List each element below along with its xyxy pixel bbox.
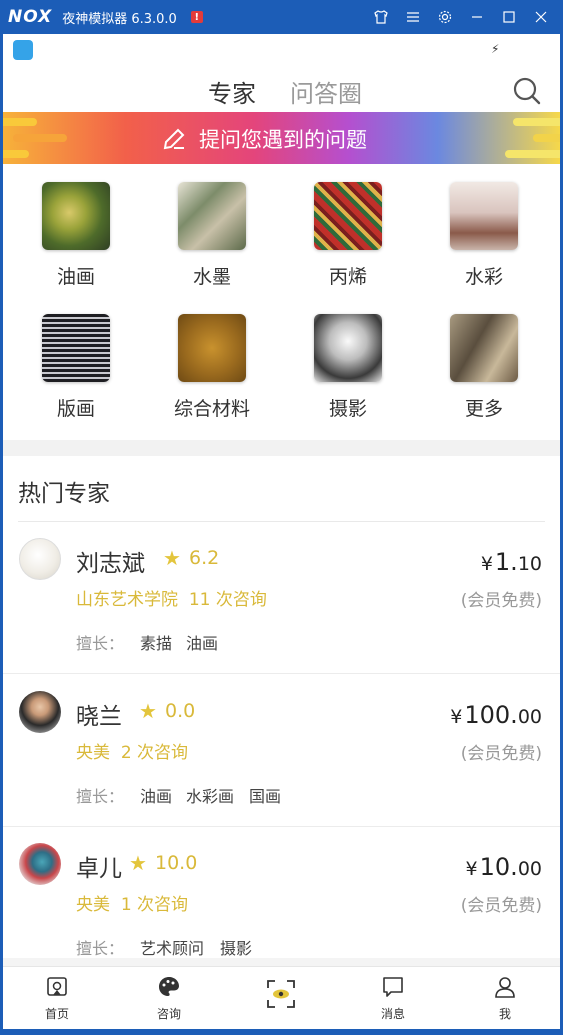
search-icon[interactable] bbox=[512, 76, 542, 106]
category-label: 丙烯 bbox=[328, 266, 367, 288]
nav-label: 咨询 bbox=[156, 1007, 181, 1021]
charging-icon: ⚡ bbox=[491, 42, 500, 56]
more-thumbnail bbox=[450, 314, 518, 382]
member-free-note: (会员免费) bbox=[460, 591, 542, 611]
scan-icon bbox=[266, 979, 296, 1009]
category-label: 油画 bbox=[56, 266, 95, 288]
member-free-note: (会员免费) bbox=[460, 744, 542, 764]
banner-text: 提问您遇到的问题 bbox=[199, 128, 367, 152]
expert-rating: 0.0 bbox=[165, 700, 196, 722]
tab-qa-circle[interactable]: 问答圈 bbox=[290, 74, 362, 109]
specialty-tag: 油画 bbox=[186, 634, 219, 653]
consult-price: ¥10.00 bbox=[465, 853, 542, 881]
bottom-spacer bbox=[3, 958, 560, 966]
top-navigation: 专家 问答圈 bbox=[3, 64, 560, 112]
mixed-media-thumbnail bbox=[178, 314, 246, 382]
home-icon bbox=[45, 975, 69, 999]
star-icon: ★ bbox=[139, 699, 157, 723]
specialty-tag: 油画 bbox=[140, 787, 173, 806]
specialty-tag: 摄影 bbox=[220, 939, 253, 958]
hot-experts-title: 热门专家 bbox=[18, 481, 110, 507]
acrylic-thumbnail bbox=[314, 182, 382, 250]
status-bar: ⚡ bbox=[3, 34, 560, 64]
expert-rating: 6.2 bbox=[189, 547, 220, 569]
window-title: 夜神模拟器 6.3.0.0 bbox=[62, 11, 177, 27]
category-mixed-media[interactable]: 综合材料 bbox=[157, 314, 267, 421]
category-label: 摄影 bbox=[328, 398, 367, 420]
specialty-label: 擅长： bbox=[76, 787, 125, 806]
category-more[interactable]: 更多 bbox=[429, 314, 539, 421]
avatar bbox=[19, 843, 61, 885]
pencil-icon bbox=[161, 126, 187, 152]
category-printmaking[interactable]: 版画 bbox=[21, 314, 131, 421]
nox-logo: NOX bbox=[8, 7, 53, 27]
category-label: 更多 bbox=[464, 398, 503, 420]
photography-thumbnail bbox=[314, 314, 382, 382]
category-label: 综合材料 bbox=[173, 398, 250, 420]
user-icon bbox=[493, 975, 517, 999]
consult-price: ¥1.10 bbox=[480, 548, 542, 576]
specialty-tag: 艺术顾问 bbox=[140, 939, 205, 958]
close-icon[interactable] bbox=[525, 0, 557, 34]
expert-org: 央美 2 次咨询 bbox=[76, 743, 189, 763]
specialty-label: 擅长： bbox=[76, 939, 125, 958]
category-grid: 油画 水墨 丙烯 水彩 版画 综合材料 摄影 更多 bbox=[3, 164, 560, 440]
expert-org: 央美 1 次咨询 bbox=[76, 895, 189, 915]
specialty-tag: 水彩画 bbox=[186, 787, 235, 806]
expert-name: 卓儿 bbox=[76, 856, 122, 882]
category-label: 水彩 bbox=[464, 266, 503, 288]
gear-icon[interactable] bbox=[429, 0, 461, 34]
alert-badge[interactable]: ! bbox=[190, 11, 203, 23]
avatar bbox=[19, 538, 61, 580]
expert-rating: 10.0 bbox=[155, 852, 198, 874]
ink-wash-thumbnail bbox=[178, 182, 246, 250]
nav-messages[interactable]: 消息 bbox=[353, 975, 433, 1022]
specialty-tag: 素描 bbox=[140, 634, 173, 653]
minimize-icon[interactable] bbox=[461, 0, 493, 34]
emulator-titlebar: NOX 夜神模拟器 6.3.0.0 ! bbox=[0, 0, 563, 34]
window-frame-bottom bbox=[0, 1029, 563, 1035]
category-label: 水墨 bbox=[192, 266, 231, 288]
expert-org: 山东艺术学院 11 次咨询 bbox=[76, 590, 267, 610]
avatar bbox=[19, 691, 61, 733]
specialty-tag: 国画 bbox=[249, 787, 282, 806]
nav-label: 消息 bbox=[380, 1007, 405, 1021]
window-controls bbox=[365, 0, 557, 34]
maximize-icon[interactable] bbox=[493, 0, 525, 34]
category-oil-painting[interactable]: 油画 bbox=[21, 182, 131, 289]
nav-label: 首页 bbox=[44, 1007, 69, 1021]
specialty-label: 擅长： bbox=[76, 634, 125, 653]
nav-label: 我 bbox=[498, 1007, 511, 1021]
oil-painting-thumbnail bbox=[42, 182, 110, 250]
nav-me[interactable]: 我 bbox=[465, 975, 545, 1022]
category-ink-wash[interactable]: 水墨 bbox=[157, 182, 267, 289]
shirt-icon[interactable] bbox=[365, 0, 397, 34]
watercolor-thumbnail bbox=[450, 182, 518, 250]
expert-card[interactable]: 刘志斌 ★ 6.2 山东艺术学院 11 次咨询 擅长： 素描 油画 ¥1.10 … bbox=[3, 522, 560, 674]
printmaking-thumbnail bbox=[42, 314, 110, 382]
category-acrylic[interactable]: 丙烯 bbox=[293, 182, 403, 289]
section-divider bbox=[3, 440, 560, 456]
member-free-note: (会员免费) bbox=[460, 896, 542, 916]
star-icon: ★ bbox=[129, 851, 147, 875]
message-icon bbox=[381, 975, 405, 999]
expert-card[interactable]: 晓兰 ★ 0.0 央美 2 次咨询 擅长： 油画 水彩画 国画 ¥100.00 … bbox=[3, 675, 560, 827]
category-watercolor[interactable]: 水彩 bbox=[429, 182, 539, 289]
nav-scan[interactable] bbox=[241, 975, 321, 1015]
bottom-navigation: 首页 咨询 消息 我 bbox=[3, 966, 560, 1029]
palette-icon bbox=[157, 975, 181, 999]
app-notification-icon bbox=[13, 40, 33, 60]
expert-name: 刘志斌 bbox=[76, 551, 145, 577]
star-icon: ★ bbox=[163, 546, 181, 570]
ask-question-banner[interactable]: 提问您遇到的问题 bbox=[3, 112, 560, 164]
nav-consult[interactable]: 咨询 bbox=[129, 975, 209, 1022]
menu-icon[interactable] bbox=[397, 0, 429, 34]
consult-price: ¥100.00 bbox=[450, 701, 542, 729]
category-label: 版画 bbox=[56, 398, 95, 420]
tab-experts[interactable]: 专家 bbox=[208, 74, 256, 109]
category-photography[interactable]: 摄影 bbox=[293, 314, 403, 421]
nav-home[interactable]: 首页 bbox=[17, 975, 97, 1022]
expert-name: 晓兰 bbox=[76, 704, 122, 730]
expert-card[interactable]: 卓儿 ★ 10.0 央美 1 次咨询 擅长： 艺术顾问 摄影 ¥10.00 (会… bbox=[3, 827, 560, 958]
